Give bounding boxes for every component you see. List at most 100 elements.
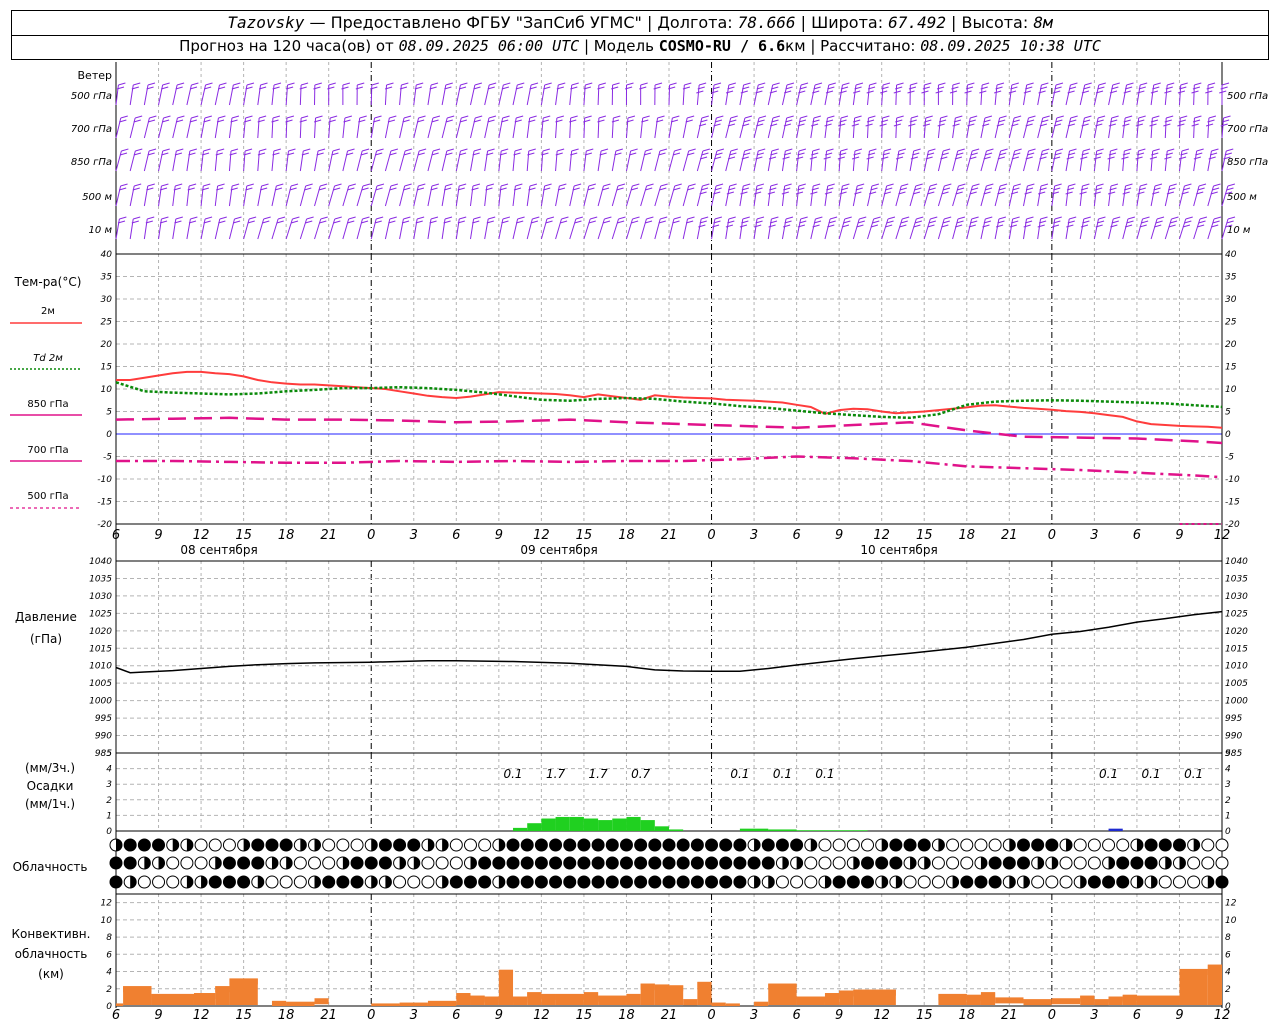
precip-y-tick: 5 <box>1225 749 1231 759</box>
convective-bar-column <box>980 992 996 1005</box>
wind-barb-flag <box>753 191 762 195</box>
cloud-symbol <box>960 875 974 889</box>
wind-barb <box>682 150 690 172</box>
date-label-1: 08 сентября <box>180 543 257 557</box>
cloud-symbol <box>336 838 350 852</box>
wind-barb <box>1178 185 1185 207</box>
cloud-symbol <box>577 838 591 852</box>
wind-barb <box>441 185 446 207</box>
wind-barb-flag <box>809 156 817 160</box>
wind-barb-flag <box>260 82 268 86</box>
cloud-symbol <box>917 875 931 889</box>
wind-barb <box>980 84 983 106</box>
hour-tick-label: 9 <box>154 1008 162 1023</box>
cloud-symbol-half <box>1023 876 1030 888</box>
precip-bar-snow <box>1108 828 1123 831</box>
wind-barb-flag <box>204 216 213 220</box>
cloud-symbol <box>690 838 704 852</box>
wind-barb <box>484 185 488 207</box>
wind-barb-flag <box>362 183 371 187</box>
wind-barb-flag <box>1051 191 1059 195</box>
wind-barb <box>399 218 404 240</box>
wind-level-label: 500 гПа <box>71 91 112 102</box>
wind-barb-flag <box>1152 115 1160 119</box>
wind-barb <box>966 218 973 240</box>
wind-barb <box>824 185 829 207</box>
wind-barb-flag <box>615 148 623 152</box>
cloud-symbol-half <box>271 857 278 869</box>
cloud-symbol <box>208 838 222 852</box>
convective-bar-column <box>555 993 584 1005</box>
wind-barb <box>228 150 232 172</box>
wind-barb-flag <box>460 148 468 152</box>
wind-barb <box>952 150 959 172</box>
wind-barb <box>1008 150 1016 172</box>
wind-barb-flag <box>231 115 240 119</box>
wind-barb <box>824 218 831 240</box>
wind-barb-flag <box>286 115 295 119</box>
wind-barb <box>781 218 787 240</box>
cloud-symbol <box>152 838 166 852</box>
wind-barb-flag <box>418 115 426 119</box>
wind-barb-flag <box>344 115 353 119</box>
cloud-symbol <box>1087 875 1101 889</box>
temp-y-tick: 40 <box>101 250 113 260</box>
wind-barb-flag <box>728 216 736 220</box>
wind-barb-flag <box>1013 183 1021 187</box>
pressure-y-tick: 1035 <box>89 574 112 584</box>
cloud-symbol <box>804 875 818 889</box>
wind-barb <box>427 150 434 172</box>
wind-barb-flag <box>795 191 804 195</box>
hour-tick-label: 9 <box>495 1008 503 1023</box>
wind-barb-flag <box>851 156 860 160</box>
wind-barb-flag <box>162 82 170 86</box>
cloud-symbol-half <box>201 876 208 888</box>
temp-y-tick: 25 <box>101 318 113 328</box>
wind-barb-flag <box>854 148 863 152</box>
precip-bar <box>527 823 542 831</box>
wind-barb-flag <box>303 148 311 152</box>
wind-barb-flag <box>445 82 453 86</box>
wind-barb-flag <box>940 115 948 119</box>
wind-level-label: 500 м <box>82 192 112 203</box>
wind-barb-flag <box>865 123 873 127</box>
hour-tick-label: 12 <box>873 1008 890 1023</box>
wind-barb-flag <box>542 148 550 152</box>
wind-barb-flag <box>1110 183 1119 187</box>
convective-bar <box>371 1003 400 1006</box>
wind-barb-flag <box>376 183 385 187</box>
wind-barb-flag <box>957 148 965 152</box>
cloud-symbol <box>1172 875 1186 889</box>
cloud-symbol <box>534 856 548 870</box>
wind-barb-flag <box>133 216 141 220</box>
wind-barb-flag <box>486 183 495 187</box>
cloud-symbol <box>563 856 577 870</box>
wind-barb-flag <box>742 216 750 220</box>
wind-barb <box>796 218 802 240</box>
wind-barb-flag <box>800 216 808 220</box>
wind-barb-flag <box>984 115 993 119</box>
wind-barb <box>796 84 802 106</box>
wind-barb-flag <box>866 156 874 160</box>
cloud-symbol-half <box>1037 857 1044 869</box>
wind-barb-flag <box>1028 148 1036 152</box>
wind-barb-flag <box>362 216 370 220</box>
wind-barb <box>1150 117 1153 139</box>
wind-barb <box>810 84 816 106</box>
wind-barb-flag <box>329 115 338 119</box>
cloud-symbol <box>506 875 520 889</box>
wind-barb <box>271 185 277 207</box>
wind-barb <box>413 185 419 207</box>
wind-barb-flag <box>161 216 169 220</box>
wind-barb-flag <box>1127 216 1136 220</box>
wind-barb-flag <box>1069 148 1077 152</box>
wind-barb-flag <box>600 148 609 152</box>
wind-barb <box>129 218 134 240</box>
wind-barb-flag <box>1066 224 1074 228</box>
wind-barb-flag <box>1164 156 1172 160</box>
wind-barb-flag <box>1026 216 1034 220</box>
hour-tick-label: 9 <box>1175 1008 1183 1023</box>
wind-barb <box>172 84 178 106</box>
wind-barb-flag <box>219 82 227 86</box>
cloud-symbol-half <box>1136 876 1143 888</box>
